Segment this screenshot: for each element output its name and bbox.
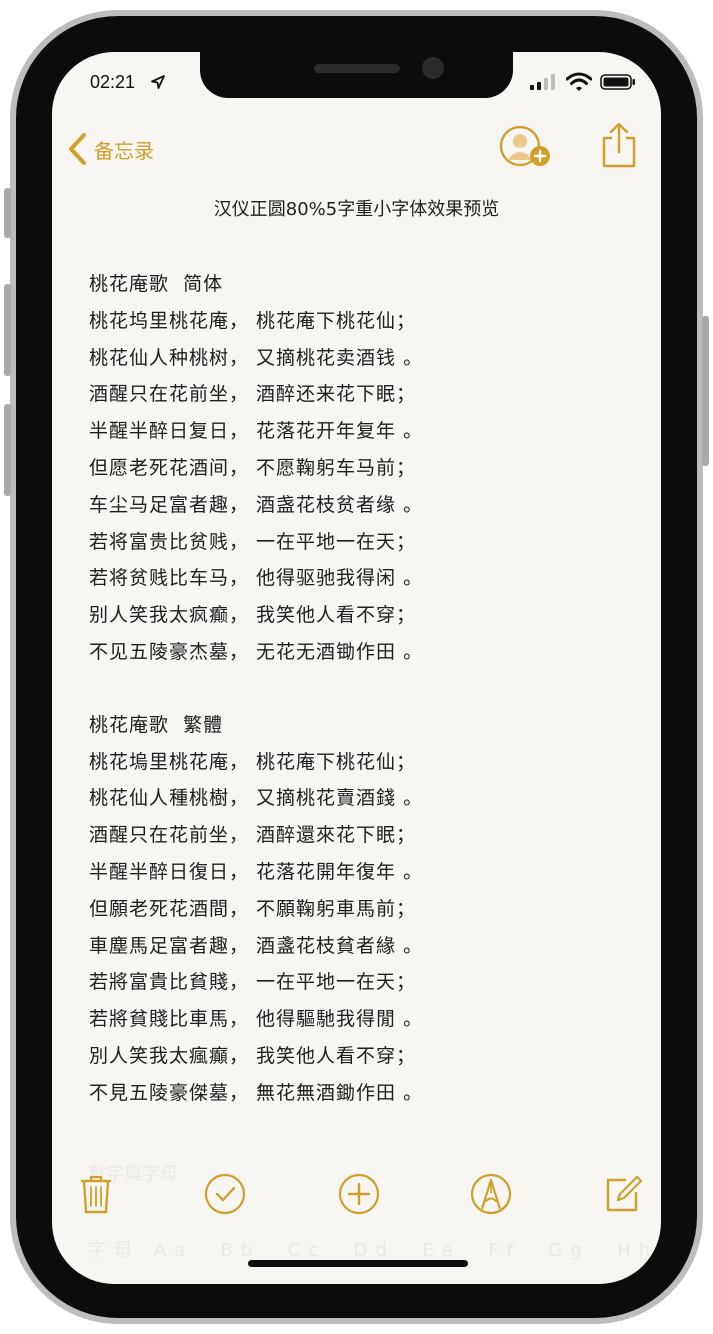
add-person-icon[interactable] (498, 126, 554, 170)
poem-line: 别人笑我太疯癫， 我笑他人看不穿； (89, 604, 417, 627)
poem-line: 若將貧賤比車馬， 他得驅馳我得閒 。 (89, 1008, 424, 1031)
home-indicator[interactable] (248, 1260, 468, 1267)
trash-icon[interactable] (74, 1172, 118, 1216)
poem-line: 不见五陵豪杰墓， 无花无酒锄作田 。 (89, 640, 424, 663)
note-title: 汉仪正圆80%5字重小字体效果预览 (213, 199, 500, 220)
markup-pen-icon[interactable] (469, 1172, 513, 1216)
bottom-toolbar (52, 1172, 661, 1222)
poem-line: 桃花仙人種桃樹， 又摘桃花賣酒錢 。 (89, 787, 424, 810)
silent-switch (4, 188, 11, 238)
plus-circle-icon[interactable] (337, 1172, 381, 1216)
poem-heading: 桃花庵歌 简体 (89, 273, 224, 295)
front-camera (422, 57, 444, 79)
status-time: 02:21 (90, 72, 136, 92)
share-icon[interactable] (600, 122, 638, 168)
poem-line: 桃花仙人种桃树， 又摘桃花卖酒钱 。 (89, 346, 424, 369)
cellular-signal-icon (530, 74, 555, 90)
poem-line: 酒醒只在花前坐， 酒醉還來花下眠； (89, 824, 417, 847)
poem-line: 但願老死花酒間， 不願鞠躬車馬前； (89, 897, 417, 920)
poem-line: 桃花塢里桃花庵， 桃花庵下桃花仙； (89, 750, 417, 773)
volume-down-button (4, 404, 11, 496)
poem-line: 若將富貴比貧賤， 一在平地一在天； (89, 971, 417, 994)
checklist-icon[interactable] (203, 1172, 247, 1216)
notch (200, 52, 513, 98)
battery-icon (600, 74, 635, 90)
poem-line: 半醒半醉日復日， 花落花開年復年 。 (89, 860, 424, 883)
poem-line: 若将富贵比贫贱， 一在平地一在天； (89, 530, 417, 553)
volume-up-button (4, 284, 11, 376)
poem-line: 半醒半醉日复日， 花落花开年复年 。 (89, 420, 424, 443)
poem-line: 桃花坞里桃花庵， 桃花庵下桃花仙； (89, 309, 417, 332)
poem-line: 若将贫贱比车马， 他得驱驰我得闲 。 (89, 567, 424, 590)
note-body[interactable]: 汉仪正圆80%5字重小字体效果预览 桃花庵歌 简体 桃花坞里桃花庵， 桃花庵下桃… (52, 192, 661, 1112)
poem-line: 別人笑我太瘋癲， 我笑他人看不穿； (89, 1044, 417, 1067)
location-arrow-icon (151, 75, 165, 89)
power-button (702, 316, 709, 466)
back-button[interactable]: 备忘录 (66, 132, 154, 166)
poem-line: 酒醒只在花前坐， 酒醉还来花下眠； (89, 383, 417, 406)
poem-traditional: 桃花庵歌 繁體 桃花塢里桃花庵， 桃花庵下桃花仙； 桃花仙人種桃樹， 又摘桃花賣… (89, 707, 661, 1112)
speaker-grille (314, 64, 400, 73)
back-button-label: 备忘录 (94, 138, 154, 163)
poem-heading: 桃花庵歌 繁體 (89, 713, 224, 736)
compose-icon[interactable] (602, 1172, 646, 1216)
poem-line: 不見五陵豪傑墓， 無花無酒鋤作田 。 (89, 1081, 424, 1104)
poem-simplified: 桃花庵歌 简体 桃花坞里桃花庵， 桃花庵下桃花仙； 桃花仙人种桃树， 又摘桃花卖… (89, 266, 661, 671)
poem-line: 車塵馬足富者趣， 酒盞花枝貧者緣 。 (89, 934, 424, 957)
faded-line: 字母 Aa Bb Cc Dd Ee Ff Gg Hh Ii (88, 1240, 661, 1261)
poem-line: 车尘马足富者趣， 酒盏花枝贫者缘 。 (89, 493, 424, 516)
wifi-icon (566, 72, 592, 91)
chevron-left-icon (69, 133, 86, 165)
screen: 02:21 备忘录 汉仪正圆80%5字重小字体效果预览 桃花庵歌 简体 桃花坞里… (52, 52, 661, 1284)
poem-line: 但愿老死花酒间， 不愿鞠躬车马前； (89, 456, 417, 479)
